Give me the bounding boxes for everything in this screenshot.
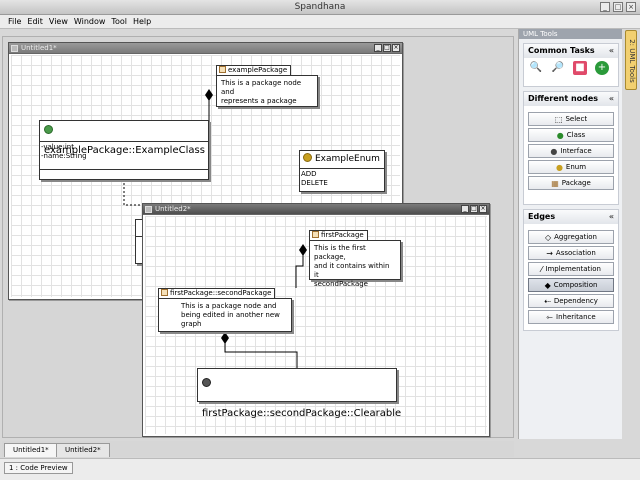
- class-node[interactable]: examplePackage::ExampleClass -value:int …: [39, 120, 209, 180]
- frame1-close-button[interactable]: ×: [392, 44, 400, 52]
- maximize-button[interactable]: □: [613, 2, 623, 12]
- association-icon: →: [546, 249, 553, 258]
- collapse-icon[interactable]: «: [609, 44, 614, 58]
- inheritance-icon: ⇽: [546, 313, 553, 322]
- tool-enum[interactable]: ● Enum: [528, 160, 614, 174]
- menu-tool[interactable]: Tool: [111, 15, 127, 28]
- collapse-icon[interactable]: «: [609, 210, 614, 224]
- tool-select[interactable]: ⬚ Select: [528, 112, 614, 126]
- composition-edge: [295, 250, 304, 288]
- composition-diamond: [205, 89, 213, 101]
- tool-class[interactable]: ● Class: [528, 128, 614, 142]
- frame2-close-button[interactable]: ×: [479, 205, 487, 213]
- document-tab-bar: Untitled1* Untitled2*: [2, 441, 514, 457]
- menu-window[interactable]: Window: [74, 15, 106, 28]
- edges-pane: Edges « ◇ Aggregation → Association ⁄ Implem…: [523, 209, 619, 331]
- tool-composition[interactable]: ◆ Composition: [528, 278, 614, 292]
- package-node[interactable]: This is the first package, and it contai…: [309, 240, 401, 288]
- implementation-icon: ⁄: [541, 265, 543, 274]
- frame2-maximize-button[interactable]: □: [470, 205, 478, 213]
- panel-header: UML Tools: [519, 29, 622, 39]
- zoom-out-icon[interactable]: 🔎: [551, 61, 565, 75]
- tool-interface[interactable]: ● Interface: [528, 144, 614, 158]
- interface-node[interactable]: firstPackage::secondPackage::Clearable: [197, 368, 401, 419]
- frame-menu-icon[interactable]: [11, 45, 18, 52]
- code-preview-button[interactable]: 1 : Code Preview: [4, 462, 73, 474]
- nodes-title[interactable]: Different nodes «: [524, 92, 618, 106]
- tab-untitled2[interactable]: Untitled2*: [56, 443, 110, 457]
- uml-tools-panel: UML Tools Common Tasks « 🔍 🔎 ■ + Different n…: [518, 29, 622, 439]
- tool-aggregation[interactable]: ◇ Aggregation: [528, 230, 614, 244]
- menu-file[interactable]: File: [8, 15, 21, 28]
- composition-edge: [224, 338, 298, 368]
- menu-help[interactable]: Help: [133, 15, 151, 28]
- package-node[interactable]: This is a package node and represents a …: [216, 75, 318, 107]
- window-title: Spandhana: [294, 2, 346, 12]
- interface-name: firstPackage::secondPackage::Clearable: [202, 408, 402, 419]
- class-methods: [40, 169, 208, 179]
- package-node[interactable]: This is a package node and being edited …: [158, 298, 292, 332]
- close-button[interactable]: ×: [626, 2, 636, 12]
- package-icon: [312, 231, 319, 238]
- enum-icon: ●: [555, 163, 563, 172]
- class-icon: ●: [556, 131, 564, 140]
- interface-icon: [202, 378, 211, 387]
- tool-dependency[interactable]: ⇠ Dependency: [528, 294, 614, 308]
- uml-tools-side-tab[interactable]: 2: UML Tools: [625, 30, 637, 90]
- delete-icon[interactable]: ■: [573, 61, 587, 75]
- frame-untitled2[interactable]: Untitled2* _ □ × firstPackage This is th…: [142, 203, 490, 437]
- tool-association[interactable]: → Association: [528, 246, 614, 260]
- select-icon: ⬚: [554, 115, 563, 124]
- class-icon: [44, 125, 53, 134]
- status-bar: 1 : Code Preview: [0, 458, 640, 480]
- collapse-icon[interactable]: «: [609, 92, 614, 106]
- enum-icon: [303, 153, 312, 162]
- common-tasks-title[interactable]: Common Tasks «: [524, 44, 618, 58]
- composition-icon: ◆: [544, 281, 551, 290]
- frame-untitled1-title: Untitled1*: [21, 44, 57, 52]
- tab-untitled1[interactable]: Untitled1*: [4, 443, 58, 457]
- frame-untitled1-header[interactable]: Untitled1* _ □ ×: [9, 43, 402, 54]
- enum-node[interactable]: ExampleEnum ADD DELETE: [299, 150, 385, 192]
- interface-icon: ●: [550, 147, 558, 156]
- zoom-in-icon[interactable]: 🔍: [529, 61, 543, 75]
- add-icon[interactable]: +: [595, 61, 609, 75]
- frame-untitled2-header[interactable]: Untitled2* _ □ ×: [143, 204, 489, 215]
- aggregation-icon: ◇: [544, 233, 552, 242]
- enum-name: ExampleEnum: [315, 154, 380, 164]
- package-icon: [219, 66, 226, 73]
- frame1-maximize-button[interactable]: □: [383, 44, 391, 52]
- edges-title[interactable]: Edges «: [524, 210, 618, 224]
- tool-package[interactable]: ▦ Package: [528, 176, 614, 190]
- package-icon: ▦: [551, 179, 559, 188]
- menu-edit[interactable]: Edit: [27, 15, 43, 28]
- desktop-pane: Untitled1* _ □ × examplePackage This is …: [2, 36, 514, 438]
- frame-untitled2-title: Untitled2*: [155, 205, 191, 213]
- minimize-button[interactable]: _: [600, 2, 610, 12]
- frame2-minimize-button[interactable]: _: [461, 205, 469, 213]
- frame-menu-icon[interactable]: [145, 206, 152, 213]
- title-bar: Spandhana _ □ ×: [0, 0, 640, 15]
- package-icon: [161, 289, 168, 296]
- menu-view[interactable]: View: [49, 15, 68, 28]
- tool-inheritance[interactable]: ⇽ Inheritance: [528, 310, 614, 324]
- different-nodes-pane: Different nodes « ⬚ Select ● Class ● Interfa…: [523, 91, 619, 205]
- tool-implementation[interactable]: ⁄ Implementation: [528, 262, 614, 276]
- dependency-icon: ⇠: [544, 297, 551, 306]
- composition-diamond: [221, 332, 229, 344]
- menu-bar: File Edit View Window Tool Help: [0, 15, 640, 29]
- diagram-canvas-2[interactable]: firstPackage This is the first package, …: [145, 216, 487, 434]
- common-tasks-pane: Common Tasks « 🔍 🔎 ■ +: [523, 43, 619, 87]
- composition-diamond: [299, 244, 307, 256]
- frame1-minimize-button[interactable]: _: [374, 44, 382, 52]
